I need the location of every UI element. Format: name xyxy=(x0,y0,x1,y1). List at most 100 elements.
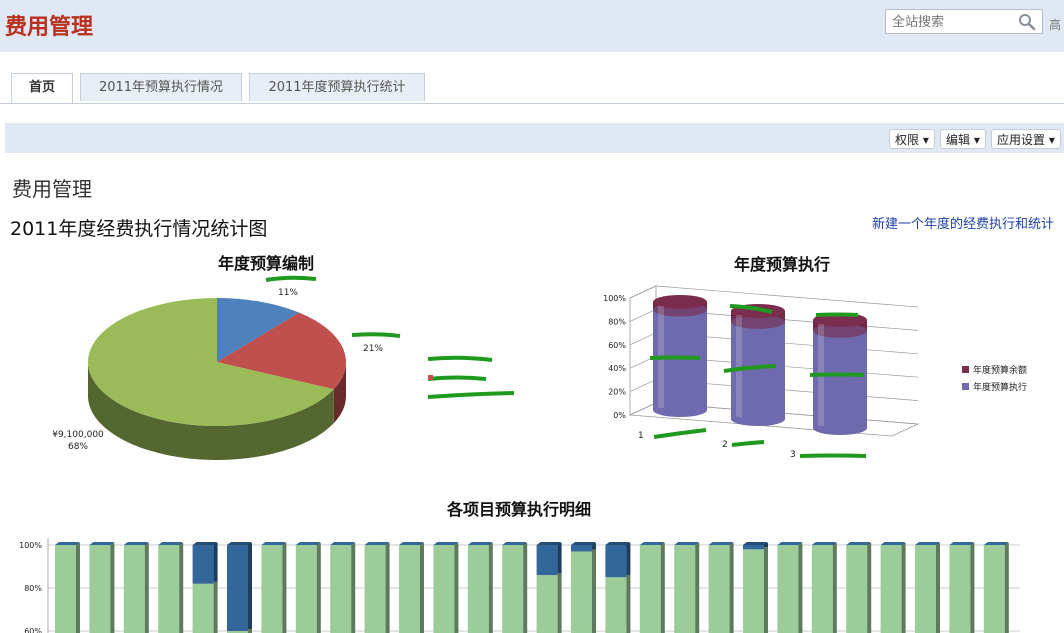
detail-bar-side xyxy=(798,543,803,633)
detail-bar-executed xyxy=(295,545,317,633)
detail-bar-executed xyxy=(674,545,696,633)
detail-bar-executed xyxy=(364,545,386,633)
detail-bar-top xyxy=(743,542,768,545)
category-label: 1 xyxy=(638,431,644,441)
detail-bar-remaining xyxy=(227,545,248,631)
pie-slice-percent-label: 68% xyxy=(68,442,88,452)
detail-bar-side xyxy=(660,543,665,633)
detail-bar-top xyxy=(605,542,631,545)
detail-bar-executed xyxy=(846,545,868,633)
detail-bar-top xyxy=(330,542,356,545)
category-label: 3 xyxy=(790,450,796,460)
detail-bar-top xyxy=(227,542,252,545)
detail-bar-top xyxy=(467,542,493,545)
detail-bar-side xyxy=(970,543,975,633)
detail-bar-side xyxy=(316,543,321,633)
detail-bar-remaining xyxy=(743,545,764,550)
y-tick-label: 60% xyxy=(24,627,42,633)
detail-bar-side xyxy=(729,543,734,633)
detail-bar-top xyxy=(880,542,906,545)
detail-bar-side xyxy=(764,547,768,633)
detail-bar-executed xyxy=(743,549,764,633)
detail-chart-title: 各项目预算执行明细 xyxy=(446,500,591,519)
detail-bar-side xyxy=(282,543,287,633)
redaction-mark xyxy=(809,372,865,377)
detail-bar-executed xyxy=(399,545,420,633)
detail-bar-executed xyxy=(915,545,936,633)
detail-bar-top xyxy=(915,542,940,545)
pie-chart-title: 年度预算编制 xyxy=(218,254,314,273)
detail-bar-top xyxy=(708,542,734,545)
detail-bar-remaining xyxy=(192,545,214,584)
detail-bar-top xyxy=(639,542,665,545)
detail-bar-top xyxy=(846,542,872,545)
detail-bar-side xyxy=(695,543,700,633)
redaction-mark xyxy=(799,453,867,458)
detail-bar-side xyxy=(936,543,940,633)
detail-bar-side xyxy=(76,543,80,633)
detail-bar-side xyxy=(213,581,218,633)
detail-bar-executed xyxy=(330,545,352,633)
detail-bar-executed xyxy=(158,545,180,633)
detail-bar-side xyxy=(144,543,149,633)
redaction-mark xyxy=(265,275,317,282)
detail-bar-side xyxy=(592,549,596,633)
redaction-mark xyxy=(731,440,765,447)
detail-bar-executed xyxy=(89,545,111,633)
detail-bar-executed xyxy=(949,545,971,633)
detail-bar-top xyxy=(55,542,80,545)
legend-swatch xyxy=(428,375,433,380)
detail-bar-top xyxy=(811,542,837,545)
detail-bar-side xyxy=(454,543,459,633)
detail-bar-side xyxy=(385,543,390,633)
detail-bar-executed xyxy=(983,545,1005,633)
side-wall xyxy=(629,285,657,416)
detail-bar-top xyxy=(502,542,528,545)
cylinder-chart: 年度预算执行 0%20%40%60%80%100% 年度预算余额 年度预算执行 … xyxy=(603,255,1027,460)
detail-bar-top xyxy=(571,542,596,545)
pie-chart: 年度预算编制 ¥9,100,000 68% 11% 21% xyxy=(52,254,515,460)
legend-label-remaining: 年度预算余额 xyxy=(973,364,1027,376)
detail-bar-remaining xyxy=(605,545,627,578)
y-tick-label: 60% xyxy=(608,341,626,350)
detail-bar-executed xyxy=(777,545,799,633)
detail-bar-side xyxy=(523,543,528,633)
detail-bar-chart: 各项目预算执行明细 100% 80% 60% xyxy=(19,500,1020,633)
y-tick-label: 20% xyxy=(608,388,626,397)
pie-slice-percent-label: 21% xyxy=(363,344,383,354)
detail-bar-top xyxy=(192,542,218,545)
detail-bar-top xyxy=(364,542,390,545)
detail-bar-executed xyxy=(708,545,730,633)
legend-swatch-executed xyxy=(962,383,969,390)
y-tick-label: 0% xyxy=(613,411,626,420)
detail-bar-executed xyxy=(639,545,661,633)
detail-bar-top xyxy=(261,542,287,545)
pie-slice-value-label: ¥9,100,000 xyxy=(52,430,104,440)
detail-bar-top xyxy=(433,542,459,545)
legend-swatch-remaining xyxy=(962,366,969,373)
detail-bar-executed xyxy=(467,545,489,633)
y-tick-label: 80% xyxy=(24,584,42,593)
detail-bar-side xyxy=(110,543,115,633)
detail-bar-side xyxy=(488,543,493,633)
detail-bar-executed xyxy=(880,545,902,633)
detail-bar-remaining xyxy=(536,545,558,576)
detail-bar-top xyxy=(123,542,149,545)
category-label: 2 xyxy=(722,440,728,450)
redaction-mark xyxy=(427,355,493,362)
detail-bar-executed xyxy=(536,575,558,633)
detail-bar-side xyxy=(557,543,562,574)
detail-bar-executed xyxy=(811,545,833,633)
detail-bar-executed xyxy=(571,551,592,633)
detail-bar-side xyxy=(867,543,872,633)
pie-slice-percent-label: 11% xyxy=(278,288,298,298)
detail-bar-top xyxy=(949,542,975,545)
charts-area: 年度预算编制 ¥9,100,000 68% 11% 21% 年度预算执行 0% 2… xyxy=(19,254,1027,633)
detail-bar-top xyxy=(536,542,562,545)
detail-bar-side xyxy=(626,575,631,633)
detail-bar-top xyxy=(777,542,803,545)
detail-bar-side xyxy=(179,543,184,633)
detail-bar-executed xyxy=(433,545,455,633)
detail-bar-side xyxy=(1004,543,1009,633)
detail-bar-remaining xyxy=(571,545,592,552)
